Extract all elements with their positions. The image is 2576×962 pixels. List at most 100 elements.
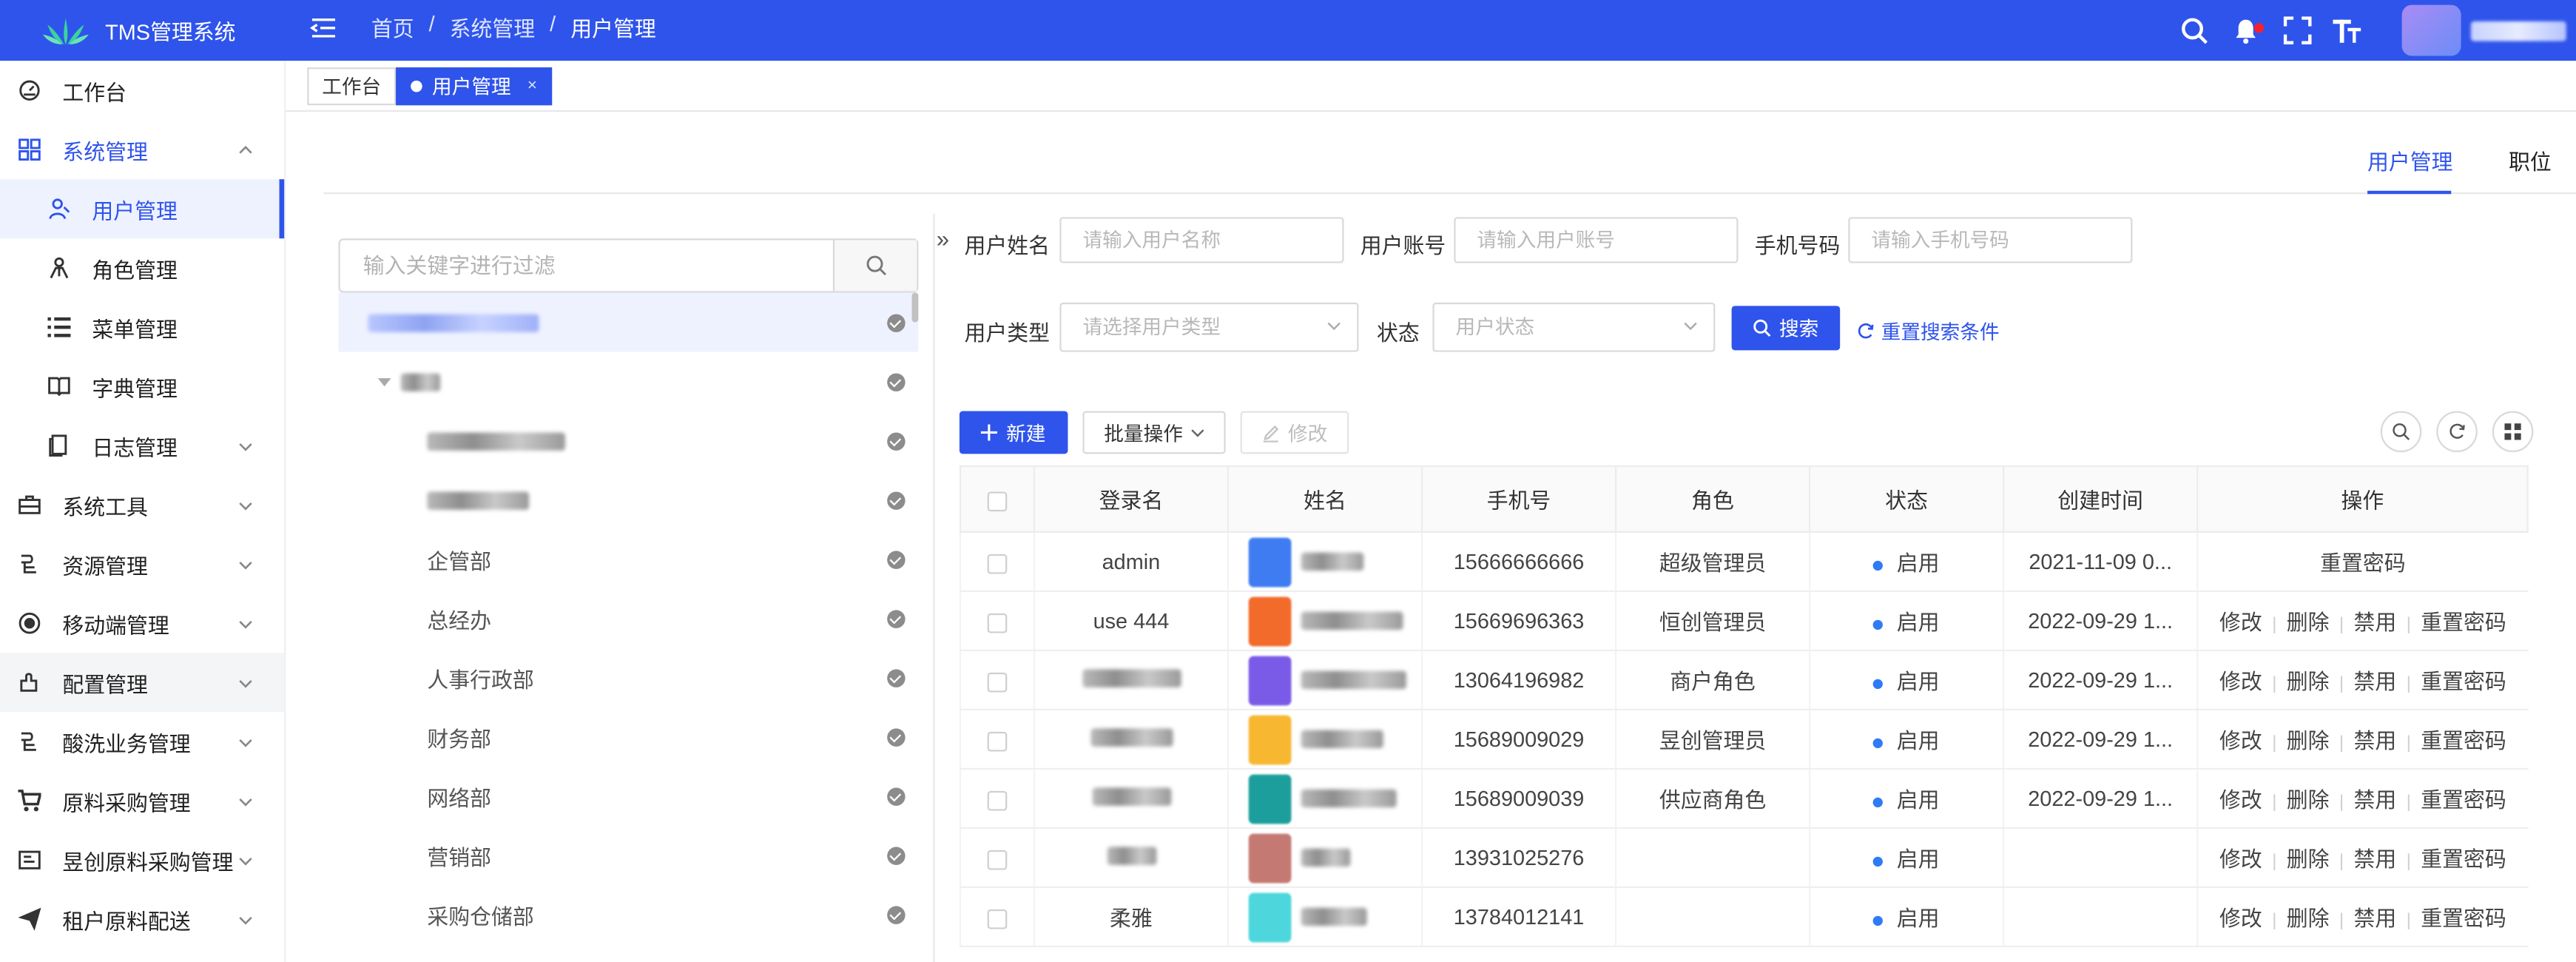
edit-link[interactable]: 修改 — [2219, 787, 2262, 812]
table-row[interactable]: 柔雅 13784012141 启用 修改 | 删除 | 禁用 | 重置密码 — [959, 887, 2528, 947]
sidebar-item-material-purchase[interactable]: 原料采购管理 — [0, 771, 284, 830]
tab-dashboard[interactable]: 工作台 — [307, 67, 397, 106]
column-header[interactable]: 登录名 — [1033, 465, 1230, 533]
sidebar-item-menu-management[interactable]: 菜单管理 — [0, 297, 284, 357]
tree-scrollbar[interactable] — [911, 292, 919, 323]
delete-link[interactable]: 删除 — [2287, 669, 2330, 693]
reset-password-link[interactable]: 重置密码 — [2421, 906, 2506, 930]
sidebar-item-yuchuang-purchase[interactable]: 昱创原料采购管理 — [0, 830, 284, 889]
row-checkbox[interactable] — [987, 671, 1008, 692]
sidebar-item-resource-management[interactable]: 资源管理 — [0, 534, 284, 593]
column-header[interactable]: 状态 — [1808, 465, 2005, 533]
column-header[interactable]: 姓名 — [1227, 465, 1423, 533]
tree-node[interactable]: 营销部 — [338, 826, 918, 885]
sidebar-item-pickling-business[interactable]: 酸洗业务管理 — [0, 712, 284, 771]
edit-link[interactable]: 修改 — [2219, 610, 2262, 634]
disable-link[interactable]: 禁用 — [2354, 728, 2397, 753]
tree-node[interactable]: 网络部 — [338, 767, 918, 826]
sidebar-item-dictionary-management[interactable]: 字典管理 — [0, 357, 284, 416]
fullscreen-icon[interactable] — [2280, 14, 2313, 47]
row-checkbox[interactable] — [987, 553, 1008, 574]
select-all-checkbox[interactable] — [987, 491, 1008, 511]
table-refresh-button[interactable] — [2436, 411, 2478, 453]
delete-link[interactable]: 删除 — [2287, 728, 2330, 753]
tree-node[interactable]: 财务部 — [338, 707, 918, 767]
tree-node[interactable] — [338, 411, 918, 471]
user-avatar[interactable] — [2401, 4, 2461, 56]
table-row[interactable]: use 444 15669696363 恒创管理员 启用 2022-09-29 1...… — [959, 591, 2528, 651]
batch-operation-button[interactable]: 批量操作 — [1082, 411, 1226, 454]
user-name-blurred[interactable] — [2470, 20, 2566, 41]
edit-link[interactable]: 修改 — [2219, 728, 2262, 753]
reset-password-link[interactable]: 重置密码 — [2421, 669, 2506, 693]
tree-filter-input[interactable] — [340, 240, 833, 292]
row-checkbox[interactable] — [987, 612, 1008, 633]
table-row[interactable]: 13931025276 启用 修改 | 删除 | 禁用 | 重置密码 — [959, 827, 2528, 888]
tree-node[interactable]: 企管部 — [338, 530, 918, 589]
breadcrumb-system[interactable]: 系统管理 — [450, 12, 536, 43]
tree-search-button[interactable] — [832, 240, 917, 292]
reset-search-link[interactable]: 重置搜索条件 — [1856, 317, 2000, 346]
panel-splitter[interactable] — [933, 213, 935, 962]
edit-link[interactable]: 修改 — [2219, 669, 2262, 693]
sidebar-item-mobile-management[interactable]: 移动端管理 — [0, 593, 284, 653]
sidebar-item-role-management[interactable]: 角色管理 — [0, 238, 284, 297]
delete-link[interactable]: 删除 — [2287, 906, 2330, 930]
table-search-toggle[interactable] — [2380, 411, 2422, 453]
tree-node[interactable]: 采购仓储部 — [338, 885, 918, 944]
reset-password-link[interactable]: 重置密码 — [2421, 728, 2506, 753]
tab-position-panel[interactable]: 职位 — [2509, 145, 2552, 176]
phone-input[interactable] — [1850, 218, 2131, 262]
search-button[interactable]: 搜索 — [1731, 306, 1841, 351]
column-header[interactable]: 角色 — [1614, 465, 1811, 533]
caret-down-icon[interactable] — [377, 377, 391, 386]
disable-link[interactable]: 禁用 — [2354, 847, 2397, 871]
tree-node[interactable] — [338, 471, 918, 530]
sidebar-item-system-tools[interactable]: 系统工具 — [0, 475, 284, 534]
reset-password-link[interactable]: 重置密码 — [2421, 610, 2506, 634]
edit-button[interactable]: 修改 — [1240, 411, 1349, 454]
tree-node[interactable]: 总经办 — [338, 589, 918, 648]
new-button[interactable]: 新建 — [959, 411, 1068, 454]
tree-node[interactable] — [338, 292, 919, 352]
status-select[interactable] — [1432, 302, 1716, 352]
app-logo[interactable]: TMS管理系统 — [0, 0, 286, 61]
sidebar-item-config-management[interactable]: 配置管理 — [0, 653, 285, 713]
table-row[interactable]: 15689009029 昱创管理员 启用 2022-09-29 1... 修改 | 删除 | 禁… — [959, 709, 2528, 770]
table-columns-button[interactable] — [2492, 411, 2534, 453]
tree-node[interactable] — [338, 352, 918, 411]
tree-node[interactable]: 人事行政部 — [338, 648, 918, 707]
row-checkbox[interactable] — [987, 730, 1008, 751]
bell-icon[interactable] — [2229, 14, 2265, 47]
table-row[interactable]: 13064196982 商户角色 启用 2022-09-29 1... 修改 | 删除 | 禁用… — [959, 650, 2528, 710]
user-type-select[interactable] — [1059, 302, 1359, 352]
tab-user-management-panel[interactable]: 用户管理 — [2367, 145, 2453, 176]
column-header[interactable]: 手机号 — [1420, 465, 1617, 533]
disable-link[interactable]: 禁用 — [2354, 610, 2397, 634]
edit-link[interactable]: 修改 — [2219, 906, 2262, 930]
username-input[interactable] — [1061, 218, 1343, 262]
delete-link[interactable]: 删除 — [2287, 610, 2330, 634]
delete-link[interactable]: 删除 — [2287, 847, 2330, 871]
row-checkbox[interactable] — [987, 849, 1008, 870]
search-icon[interactable] — [2179, 14, 2211, 47]
column-header[interactable]: 创建时间 — [2003, 465, 2199, 533]
reset-password-link[interactable]: 重置密码 — [2421, 787, 2506, 812]
menu-fold-icon[interactable] — [308, 13, 338, 43]
disable-link[interactable]: 禁用 — [2354, 906, 2397, 930]
sidebar-item-user-management[interactable]: 用户管理 — [0, 179, 285, 239]
table-row[interactable]: admin 15666666666 超级管理员 启用 2021-11-09 0... 重置… — [959, 531, 2528, 592]
sidebar-item-dashboard[interactable]: 工作台 — [0, 61, 284, 120]
table-row[interactable]: 15689009039 供应商角色 启用 2022-09-29 1... 修改 | 删除 | 禁… — [959, 768, 2528, 829]
tab-user-management[interactable]: 用户管理 × — [396, 67, 552, 106]
close-icon[interactable]: × — [527, 77, 537, 95]
reset-password-link[interactable]: 重置密码 — [2320, 551, 2406, 575]
double-chevron-right-icon[interactable]: » — [937, 225, 949, 252]
sidebar-item-system-management[interactable]: 系统管理 — [0, 120, 284, 179]
edit-link[interactable]: 修改 — [2219, 847, 2262, 871]
account-input[interactable] — [1455, 218, 1737, 262]
sidebar-item-tenant-delivery[interactable]: 租户原料配送 — [0, 889, 284, 949]
font-size-icon[interactable] — [2331, 14, 2364, 47]
row-checkbox[interactable] — [987, 908, 1008, 929]
disable-link[interactable]: 禁用 — [2354, 787, 2397, 812]
